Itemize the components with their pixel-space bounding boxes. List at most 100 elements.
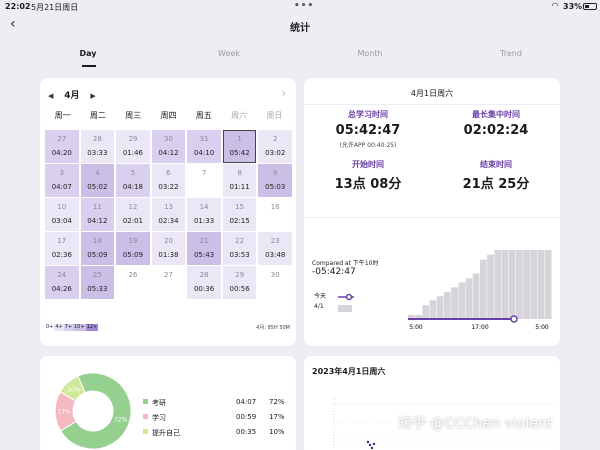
category-row[interactable]: 考研 04:07 72% xyxy=(143,398,291,408)
calendar-day-cell[interactable]: 20 01:38 xyxy=(151,232,186,265)
heat-legend: 0+ 4+ 7+ 10+ 12+ xyxy=(45,324,99,332)
chevron-right-icon[interactable]: › xyxy=(281,86,286,100)
day-duration: 04:07 xyxy=(51,183,72,191)
calendar-day-cell[interactable]: 11 04:12 xyxy=(80,198,115,231)
cumulative-bar xyxy=(422,305,430,319)
month-total: 4月: 85H 50M xyxy=(256,325,290,331)
scatter-plot xyxy=(333,396,554,450)
day-number: 6 xyxy=(166,169,171,177)
calendar-day-cell[interactable]: 25 05:33 xyxy=(80,266,115,299)
legend-swatch: 10+ xyxy=(73,324,86,331)
legend-swatch: 0+ xyxy=(45,324,55,331)
day-number: 12 xyxy=(128,203,138,211)
day-number: 2 xyxy=(272,135,278,143)
cumulative-bar xyxy=(458,282,466,319)
cumulative-bar xyxy=(436,296,444,319)
scatter-point xyxy=(370,446,374,450)
day-duration: 01:33 xyxy=(193,217,215,225)
category-percent: 10% xyxy=(269,428,285,436)
day-number: 7 xyxy=(201,169,207,177)
calendar-card: ◀ 4月 ▶ › 周一 周二 周三 周四 周五 周六 周日 27 04:20 28 0… xyxy=(40,78,296,346)
calendar-day-cell[interactable]: 14 01:33 xyxy=(187,198,221,231)
calendar-day-cell[interactable]: 15 02:15 xyxy=(222,198,257,231)
calendar-day-cell[interactable]: 29 00:56 xyxy=(222,266,257,299)
slice-label: 17% xyxy=(57,408,71,415)
triangle-right-icon[interactable]: ▶ xyxy=(90,92,95,100)
day-number: 1 xyxy=(237,135,242,143)
tab-underline xyxy=(82,65,96,67)
calendar-day-cell[interactable]: 19 05:09 xyxy=(116,232,150,265)
day-duration: 04:18 xyxy=(122,183,144,191)
triangle-left-icon[interactable]: ◀ xyxy=(48,92,53,100)
calendar-day-cell[interactable]: 26 xyxy=(116,266,150,299)
day-duration: 00:36 xyxy=(193,285,215,293)
calendar-day-cell[interactable]: 21 05:43 xyxy=(187,232,221,265)
calendar-day-cell[interactable]: 10 03:04 xyxy=(45,198,79,231)
day-number: 23 xyxy=(270,237,280,245)
calendar-day-cell[interactable]: 8 01:11 xyxy=(222,164,257,197)
day-number: 25 xyxy=(92,271,102,279)
category-name: 学习 xyxy=(152,414,166,422)
weekday-sun: 周日 xyxy=(266,111,283,120)
calendar-day-cell[interactable]: 6 03:22 xyxy=(151,164,186,197)
calendar-day-cell[interactable]: 13 02:34 xyxy=(151,198,186,231)
calendar-day-cell[interactable]: 16 xyxy=(258,198,292,231)
legend-swatch: 7+ xyxy=(63,324,74,331)
day-number: 5 xyxy=(130,169,136,177)
calendar-day-cell[interactable]: 30 04:12 xyxy=(151,130,186,163)
day-duration: 02:15 xyxy=(229,217,250,225)
day-duration: 02:01 xyxy=(122,217,144,225)
calendar-day-cell[interactable]: 24 04:26 xyxy=(45,266,79,299)
day-number: 13 xyxy=(164,203,173,211)
cumulative-bar xyxy=(429,300,437,319)
cumulative-bar xyxy=(537,250,545,319)
calendar-day-cell[interactable]: 18 05:09 xyxy=(80,232,115,265)
multitask-dots-icon[interactable]: ••• xyxy=(294,1,314,11)
category-row[interactable]: 提升自己 00:35 10% xyxy=(143,428,291,438)
status-bar: 22:02 5月21日周日 ••• ◠ 33% xyxy=(0,0,600,14)
tab-trend[interactable]: Trend xyxy=(491,49,531,58)
calendar-day-cell[interactable]: 17 02:36 xyxy=(45,232,79,265)
cumulative-bar xyxy=(480,259,487,319)
calendar-day-cell[interactable]: 22 03:53 xyxy=(222,232,257,265)
calendar-day-cell[interactable]: 29 01:46 xyxy=(116,130,150,163)
calendar-day-cell[interactable]: 31 04:10 xyxy=(187,130,221,163)
calendar-day-cell[interactable]: 28 00:36 xyxy=(187,266,221,299)
cumulative-bar xyxy=(516,250,523,319)
calendar-day-cell[interactable]: 27 04:20 xyxy=(45,130,79,163)
day-duration: 03:53 xyxy=(229,251,250,259)
tab-week[interactable]: Week xyxy=(209,49,249,58)
weekday-header: 周一 周二 周三 周四 周五 周六 周日 xyxy=(45,110,292,124)
battery-percent: 33% xyxy=(563,2,583,11)
tab-month[interactable]: Month xyxy=(350,49,390,58)
day-duration: 03:22 xyxy=(158,183,179,191)
day-number: 29 xyxy=(128,135,138,143)
day-duration: 00:56 xyxy=(229,285,250,293)
calendar-day-cell[interactable]: 27 xyxy=(152,266,186,299)
day-duration: 04:12 xyxy=(87,217,108,225)
day-duration: 04:10 xyxy=(193,149,215,157)
legend-swatch: 4+ xyxy=(54,324,64,331)
cumulative-bar xyxy=(544,250,552,319)
day-number: 28 xyxy=(199,271,209,279)
cumulative-bar xyxy=(501,250,509,319)
status-date: 5月21日周日 xyxy=(31,3,79,12)
day-number: 31 xyxy=(199,135,209,143)
calendar-day-cell[interactable]: 3 04:07 xyxy=(45,164,79,197)
calendar-day-cell[interactable]: 30 xyxy=(258,266,292,299)
calendar-day-cell[interactable]: 12 02:01 xyxy=(116,198,150,231)
category-row[interactable]: 学习 00:59 17% xyxy=(143,413,291,423)
page-title: 统计 xyxy=(290,23,310,34)
calendar-day-cell[interactable]: 1 05:42 xyxy=(222,130,257,163)
calendar-day-cell[interactable]: 4 05:02 xyxy=(80,164,115,197)
calendar-day-cell[interactable]: 2 03:02 xyxy=(258,130,292,163)
calendar-day-cell[interactable]: 9 05:03 xyxy=(258,164,292,197)
day-number: 24 xyxy=(57,271,67,279)
calendar-day-cell[interactable]: 23 03:48 xyxy=(258,232,292,265)
tab-day[interactable]: Day xyxy=(68,49,108,58)
calendar-day-cell[interactable]: 28 03:33 xyxy=(80,130,115,163)
donut-chart: 72% 17% 10% xyxy=(54,372,132,450)
scatter-point xyxy=(368,443,372,447)
calendar-day-cell[interactable]: 5 04:18 xyxy=(116,164,150,197)
calendar-day-cell[interactable]: 7 xyxy=(187,164,221,197)
